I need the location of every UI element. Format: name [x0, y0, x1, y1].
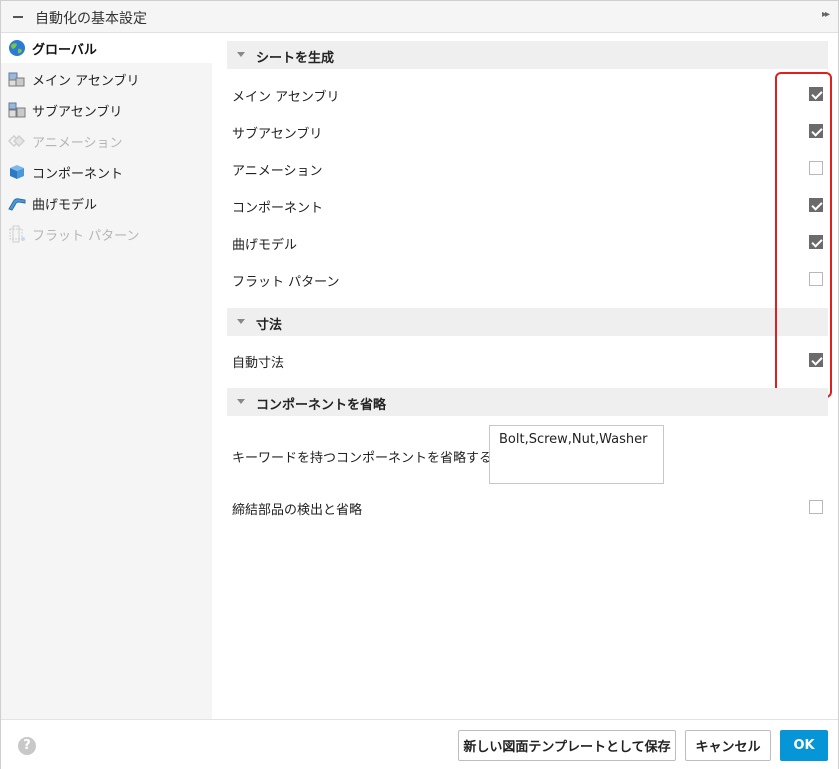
subassembly-icon — [8, 102, 26, 118]
section-header-omit-components[interactable]: コンポーネントを省略 — [227, 388, 828, 416]
sidebar-item-bend-model[interactable]: 曲げモデル — [1, 188, 212, 218]
sidebar-item-subassembly[interactable]: サブアセンブリ — [1, 95, 212, 125]
collapse-triangle-icon — [237, 399, 245, 404]
component-icon — [10, 165, 24, 179]
sidebar-item-label: アニメーション — [32, 136, 123, 151]
section-title: コンポーネントを省略 — [256, 398, 387, 413]
sidebar-item-component[interactable]: コンポーネント — [1, 157, 212, 187]
help-icon[interactable]: ? — [18, 737, 36, 755]
cancel-button[interactable]: キャンセル — [685, 730, 771, 761]
animation-icon — [7, 134, 26, 148]
save-as-template-button[interactable]: 新しい図面テンプレートとして保存 — [458, 730, 676, 761]
sidebar-item-main-assembly[interactable]: メイン アセンブリ — [1, 64, 212, 94]
dialog-title: 自動化の基本設定 — [35, 11, 147, 27]
bend-model-icon — [8, 198, 26, 211]
assembly-icon — [8, 72, 25, 87]
keyword-input[interactable]: Bolt,Screw,Nut,Washer — [489, 425, 664, 484]
sidebar-item-flat-pattern: フラット パターン — [1, 219, 212, 249]
highlight-box — [775, 72, 832, 398]
sidebar-item-label: フラット パターン — [32, 229, 140, 244]
sidebar-item-label: サブアセンブリ — [32, 105, 123, 120]
sidebar: グローバル メイン アセンブリ サブアセンブリ アニメーション コンポーネント … — [1, 33, 212, 719]
row-label-flat-pattern: フラット パターン — [232, 275, 340, 290]
section-title: 寸法 — [256, 318, 283, 333]
collapse-triangle-icon — [237, 319, 245, 324]
section-title: シートを生成 — [256, 51, 335, 66]
row-label-main-assembly: メイン アセンブリ — [232, 90, 340, 105]
sidebar-item-global[interactable]: グローバル — [1, 33, 212, 63]
dialog-titlebar: 自動化の基本設定 ▸▸ — [1, 1, 838, 33]
sidebar-item-label: 曲げモデル — [32, 198, 98, 213]
checkbox-fastener-detect[interactable] — [809, 500, 823, 514]
ok-button[interactable]: OK — [780, 730, 828, 761]
section-header-generate-sheets[interactable]: シートを生成 — [227, 41, 828, 69]
sidebar-item-label: グローバル — [32, 43, 97, 58]
row-label-fastener-detect: 締結部品の検出と省略 — [232, 503, 363, 518]
sidebar-item-label: コンポーネント — [32, 167, 124, 182]
dialog-footer: ? 新しい図面テンプレートとして保存 キャンセル OK — [1, 719, 838, 769]
row-label-subassembly: サブアセンブリ — [232, 127, 323, 142]
sidebar-item-animation: アニメーション — [1, 126, 212, 156]
row-label-auto-dimension: 自動寸法 — [232, 356, 285, 371]
row-label-component: コンポーネント — [232, 201, 324, 216]
section-header-dimensions[interactable]: 寸法 — [227, 308, 828, 336]
collapse-triangle-icon — [237, 52, 245, 57]
row-label-omit-keywords: キーワードを持つコンポーネントを省略する — [232, 451, 493, 466]
settings-panel: シートを生成 メイン アセンブリ サブアセンブリ アニメーション コンポーネント… — [212, 33, 838, 719]
expand-icon[interactable]: ▸▸ — [822, 9, 830, 20]
flat-pattern-icon — [9, 225, 25, 243]
row-label-bend-model: 曲げモデル — [232, 238, 298, 253]
collapse-icon[interactable] — [13, 16, 23, 18]
sidebar-item-label: メイン アセンブリ — [32, 74, 140, 89]
globe-icon — [9, 40, 25, 56]
preferences-dialog: 自動化の基本設定 ▸▸ グローバル メイン アセンブリ サブアセンブリ アニメー… — [0, 0, 839, 769]
row-label-animation: アニメーション — [232, 164, 323, 179]
